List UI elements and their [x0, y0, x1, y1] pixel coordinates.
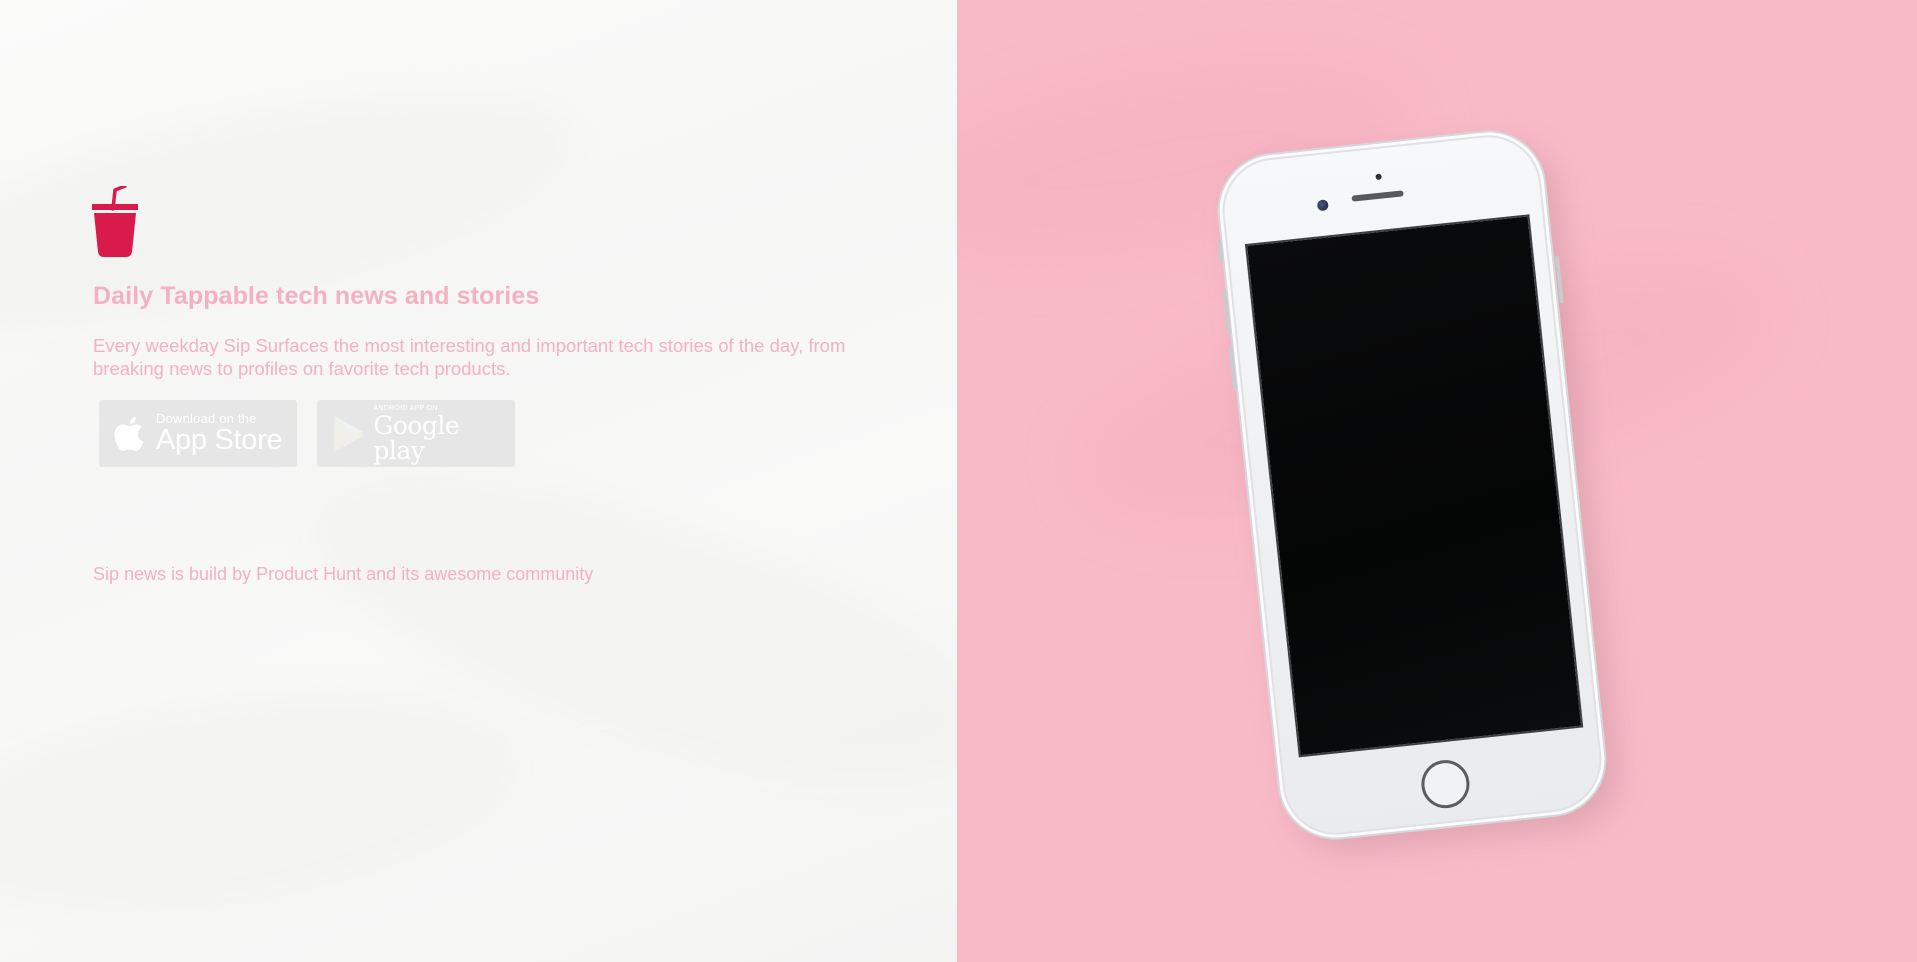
phone-screen	[1244, 214, 1584, 758]
cup-with-straw-icon[interactable]	[92, 184, 140, 258]
hero-description: Every weekday Sip Surfaces the most inte…	[93, 335, 846, 379]
earpiece-speaker	[1351, 190, 1404, 202]
google-play-big-label: Google play	[373, 410, 460, 465]
background-texture	[0, 49, 592, 371]
apple-icon	[113, 414, 147, 454]
home-button[interactable]	[1419, 757, 1472, 811]
landing-page: Daily Tappable tech news and stories Eve…	[0, 0, 1917, 962]
app-store-button[interactable]: Download on the App Store	[99, 400, 297, 467]
hero-headline: Daily Tappable tech news and stories	[93, 282, 540, 310]
mute-switch	[1217, 240, 1224, 263]
device-showcase-panel	[957, 0, 1917, 962]
store-buttons: Download on the App Store Android app on…	[99, 400, 515, 467]
info-panel: Daily Tappable tech news and stories Eve…	[0, 0, 957, 962]
front-camera-icon	[1316, 199, 1329, 212]
footer-suffix: and its awesome community	[361, 564, 594, 584]
phone-mockup	[1211, 124, 1626, 859]
proximity-sensor	[1375, 173, 1382, 181]
product-hunt-link[interactable]: Product Hunt	[256, 564, 361, 584]
footer-prefix: Sip news is build by	[93, 564, 257, 584]
google-play-button[interactable]: Android app on Google play	[317, 400, 515, 467]
app-store-big-label: App Store	[156, 424, 283, 456]
background-texture	[0, 659, 531, 941]
volume-up-button	[1222, 290, 1232, 335]
footer-credit: Sip news is build by Product Hunt and it…	[93, 564, 593, 585]
google-play-icon	[331, 414, 364, 454]
